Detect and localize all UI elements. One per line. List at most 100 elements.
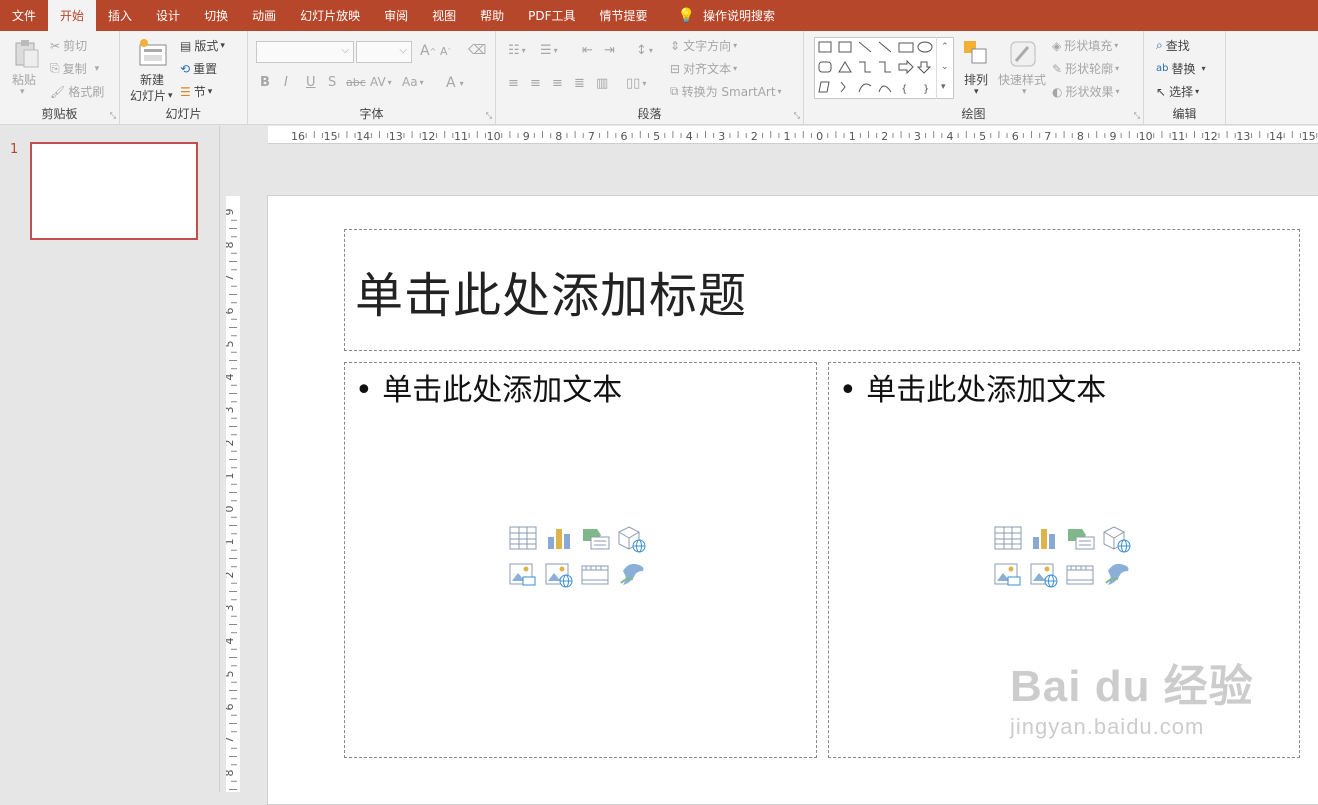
- tab-4[interactable]: 切换: [192, 0, 240, 31]
- arrange-icon[interactable]: [962, 39, 990, 73]
- replace-icon: ab: [1156, 63, 1169, 74]
- char-spacing-button[interactable]: AV ▾: [370, 75, 392, 89]
- layout-button[interactable]: ▤ 版式 ▾: [180, 37, 225, 54]
- insert-video-icon[interactable]: [1066, 561, 1096, 593]
- align-center-icon[interactable]: ≡: [530, 76, 541, 91]
- paste-dropdown-icon[interactable]: ▾: [20, 87, 25, 97]
- arrange-button[interactable]: 排列: [964, 71, 988, 88]
- reset-button[interactable]: ⟲ 重置: [180, 60, 217, 77]
- bold-button[interactable]: B: [260, 75, 270, 90]
- insert-chart-icon[interactable]: [1030, 525, 1060, 557]
- align-left-icon[interactable]: ≡: [508, 76, 519, 91]
- change-case-button[interactable]: Aa ▾: [402, 75, 424, 89]
- vertical-ruler: 9 8 7 6 5 4 3 2 1 0 1 2 3 4 5 6 7 8: [226, 196, 240, 792]
- shadow-button[interactable]: S: [328, 75, 336, 90]
- numbering-icon[interactable]: ☰ ▾: [540, 43, 558, 58]
- horizontal-ruler: 16 15 14 13 12 11 10 9 8 7 6 5 4 3 2 1 0 1 2 3 4 5 6 7 8 9 10 11 12 1…: [268, 126, 1318, 144]
- clipboard-launcher-icon[interactable]: ⤡: [110, 111, 116, 121]
- left-content-placeholder[interactable]: • 单击此处添加文本: [344, 362, 817, 758]
- clear-format-icon[interactable]: ⌫: [468, 43, 486, 58]
- cut-button[interactable]: ✂ 剪切: [50, 37, 87, 54]
- find-button[interactable]: ⌕ 查找: [1156, 37, 1190, 54]
- tell-me-search[interactable]: 💡 操作说明搜索: [666, 0, 787, 31]
- quick-styles-icon[interactable]: [1008, 39, 1038, 73]
- ruler-tick-label: 5: [226, 341, 236, 348]
- tab-10[interactable]: PDF工具: [516, 0, 587, 31]
- underline-button[interactable]: U: [306, 75, 316, 90]
- align-text-button[interactable]: ⊟ 对齐文本 ▾: [670, 60, 737, 77]
- paragraph-launcher-icon[interactable]: ⤡: [794, 111, 800, 121]
- arrange-dropdown-icon[interactable]: ▾: [974, 87, 979, 97]
- quick-styles-button[interactable]: 快速样式: [998, 71, 1046, 88]
- font-family-select[interactable]: ⌵: [256, 41, 354, 63]
- tab-11[interactable]: 情节提要: [588, 0, 660, 31]
- chevron-down-icon: ⌵: [399, 45, 407, 56]
- shape-effects-button[interactable]: ◐ 形状效果 ▾: [1052, 83, 1120, 100]
- tab-0[interactable]: 文件: [0, 0, 48, 31]
- new-slide-icon[interactable]: [136, 37, 168, 73]
- insert-video-icon[interactable]: [581, 561, 611, 593]
- insert-icons-icon[interactable]: [1102, 561, 1132, 593]
- grow-font-button[interactable]: A ^: [420, 43, 436, 59]
- drawing-launcher-icon[interactable]: ⤡: [1134, 111, 1140, 121]
- distributed-icon[interactable]: ▥: [596, 76, 608, 91]
- tab-2[interactable]: 插入: [96, 0, 144, 31]
- shape-outline-button[interactable]: ✎ 形状轮廓 ▾: [1052, 60, 1119, 77]
- insert-picture-icon[interactable]: [509, 561, 539, 593]
- font-launcher-icon[interactable]: ⤡: [486, 111, 492, 121]
- paste-icon[interactable]: [12, 37, 40, 73]
- shape-fill-button[interactable]: ◈ 形状填充 ▾: [1052, 37, 1118, 54]
- tab-5[interactable]: 动画: [240, 0, 288, 31]
- slide-thumbnail[interactable]: [30, 142, 198, 240]
- shrink-font-button[interactable]: Aˇ: [440, 45, 451, 58]
- ruler-tick-label: 2: [751, 130, 758, 143]
- insert-3d-model-icon[interactable]: [1102, 525, 1132, 557]
- insert-smartart-icon[interactable]: [581, 525, 611, 557]
- italic-button[interactable]: I: [284, 75, 288, 90]
- ruler-tick-label: 12: [1204, 130, 1218, 143]
- paste-button[interactable]: 粘贴: [12, 71, 36, 88]
- insert-icons-icon[interactable]: [617, 561, 647, 593]
- insert-smartart-icon[interactable]: [1066, 525, 1096, 557]
- ruler-tick-label: 9: [226, 209, 236, 216]
- text-direction-button[interactable]: ⇕ 文字方向 ▾: [670, 37, 737, 54]
- copy-button[interactable]: ⎘ 复制 ▾: [50, 60, 99, 77]
- tab-1[interactable]: 开始: [48, 0, 97, 31]
- ribbon: 粘贴 ▾ ✂ 剪切 ⎘ 复制 ▾ 🖌 格式刷 剪贴板 ⤡ 新建 幻灯片 ▾ ▤ 版式 ▾ ⟲ 重…: [0, 31, 1318, 125]
- section-button[interactable]: ☰ 节 ▾: [180, 83, 212, 100]
- smartart-button[interactable]: ⧉ 转换为 SmartArt ▾: [670, 83, 782, 100]
- line-spacing-icon[interactable]: ↕ ▾: [636, 43, 653, 58]
- new-slide-button[interactable]: 幻灯片 ▾: [130, 87, 173, 104]
- new-slide-label-1[interactable]: 新建: [140, 71, 164, 88]
- insert-3d-model-icon[interactable]: [617, 525, 647, 557]
- insert-chart-icon[interactable]: [545, 525, 575, 557]
- tab-8[interactable]: 视图: [420, 0, 468, 31]
- tab-9[interactable]: 帮助: [468, 0, 516, 31]
- insert-online-picture-icon[interactable]: [545, 561, 575, 593]
- insert-table-icon[interactable]: [509, 525, 539, 557]
- tab-7[interactable]: 审阅: [372, 0, 420, 31]
- shapes-gallery[interactable]: {}: [814, 37, 954, 99]
- replace-button[interactable]: ab 替换 ▾: [1156, 60, 1206, 77]
- insert-picture-icon[interactable]: [994, 561, 1024, 593]
- align-right-icon[interactable]: ≡: [552, 76, 563, 91]
- strikethrough-button[interactable]: abc: [346, 76, 366, 89]
- insert-online-picture-icon[interactable]: [1030, 561, 1060, 593]
- increase-indent-icon[interactable]: ⇥: [604, 43, 615, 58]
- quick-styles-dropdown-icon[interactable]: ▾: [1022, 87, 1027, 97]
- bullets-icon[interactable]: ☷ ▾: [508, 43, 526, 58]
- format-painter-button[interactable]: 🖌 格式刷: [50, 83, 104, 100]
- shapes-gallery-icon: {}: [818, 41, 933, 95]
- tab-3[interactable]: 设计: [144, 0, 192, 31]
- decrease-indent-icon[interactable]: ⇤: [582, 43, 593, 58]
- select-button[interactable]: ↖ 选择 ▾: [1156, 83, 1199, 100]
- columns-icon[interactable]: ▯▯ ▾: [626, 76, 646, 91]
- font-color-button[interactable]: A ▾: [446, 75, 464, 91]
- svg-text:{: {: [901, 84, 907, 95]
- font-size-select[interactable]: ⌵: [356, 41, 412, 63]
- justify-icon[interactable]: ≣: [574, 76, 585, 91]
- insert-table-icon[interactable]: [994, 525, 1024, 557]
- shapes-scroll-icon[interactable]: ⌃ ⌄ ▾: [936, 37, 954, 99]
- title-placeholder[interactable]: 单击此处添加标题: [344, 229, 1300, 351]
- tab-6[interactable]: 幻灯片放映: [288, 0, 372, 31]
